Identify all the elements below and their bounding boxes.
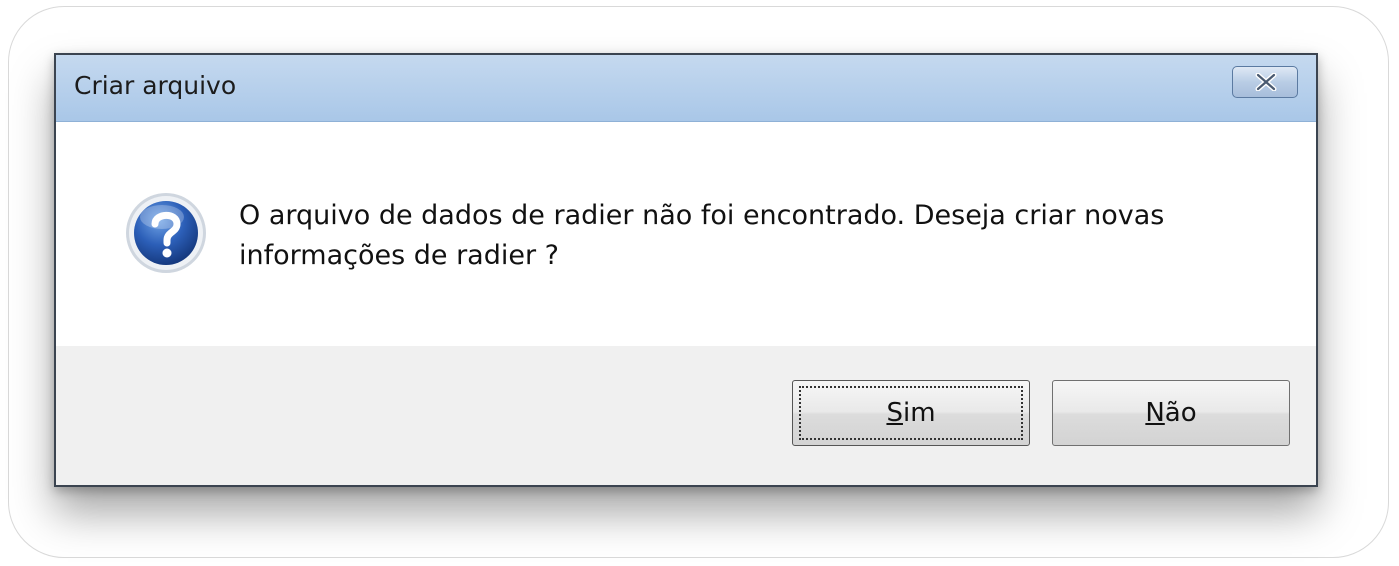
close-button[interactable] bbox=[1232, 66, 1298, 98]
focus-rectangle bbox=[799, 386, 1023, 440]
message-dialog: Criar arquivo O arquivo de dados de radi… bbox=[54, 53, 1318, 487]
no-accelerator: N bbox=[1145, 398, 1165, 428]
title-bar[interactable]: Criar arquivo bbox=[56, 55, 1316, 122]
close-icon bbox=[1255, 73, 1277, 91]
dialog-title: Criar arquivo bbox=[74, 71, 237, 100]
screenshot-frame: Criar arquivo O arquivo de dados de radi… bbox=[8, 6, 1389, 558]
question-icon bbox=[124, 191, 208, 275]
button-bar: Sim Não bbox=[56, 346, 1316, 485]
no-button[interactable]: Não bbox=[1052, 380, 1290, 446]
dialog-content: O arquivo de dados de radier não foi enc… bbox=[56, 122, 1316, 346]
yes-button[interactable]: Sim bbox=[792, 380, 1030, 446]
no-label: ão bbox=[1164, 398, 1197, 428]
dialog-message: O arquivo de dados de radier não foi enc… bbox=[239, 200, 1165, 271]
